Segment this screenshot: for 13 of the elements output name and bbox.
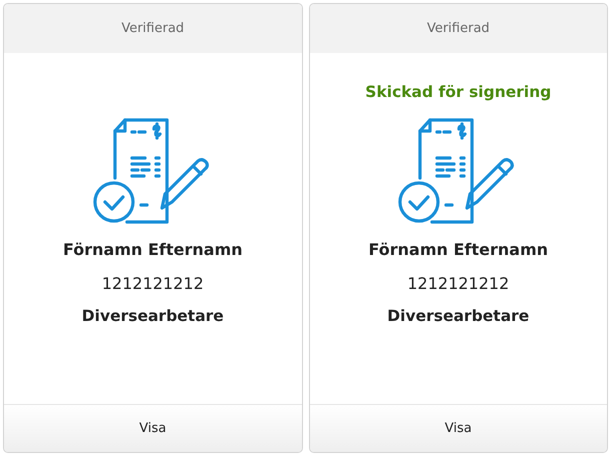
job-title: Diversearbetare — [82, 307, 224, 325]
show-button[interactable]: Visa — [310, 404, 607, 452]
status-label: Verifierad — [426, 21, 490, 36]
signing-status: Skickad för signering — [365, 83, 552, 101]
person-name: Förnamn Efternamn — [368, 240, 548, 259]
status-label: Verifierad — [121, 21, 184, 36]
signed-document-icon — [397, 118, 516, 224]
job-title: Diversearbetare — [387, 307, 530, 325]
personal-number: 1212121212 — [407, 274, 510, 293]
person-name: Förnamn Efternamn — [62, 240, 242, 259]
personal-number: 1212121212 — [102, 274, 204, 293]
show-button[interactable]: Visa — [4, 404, 302, 452]
signed-document-icon — [92, 118, 210, 224]
